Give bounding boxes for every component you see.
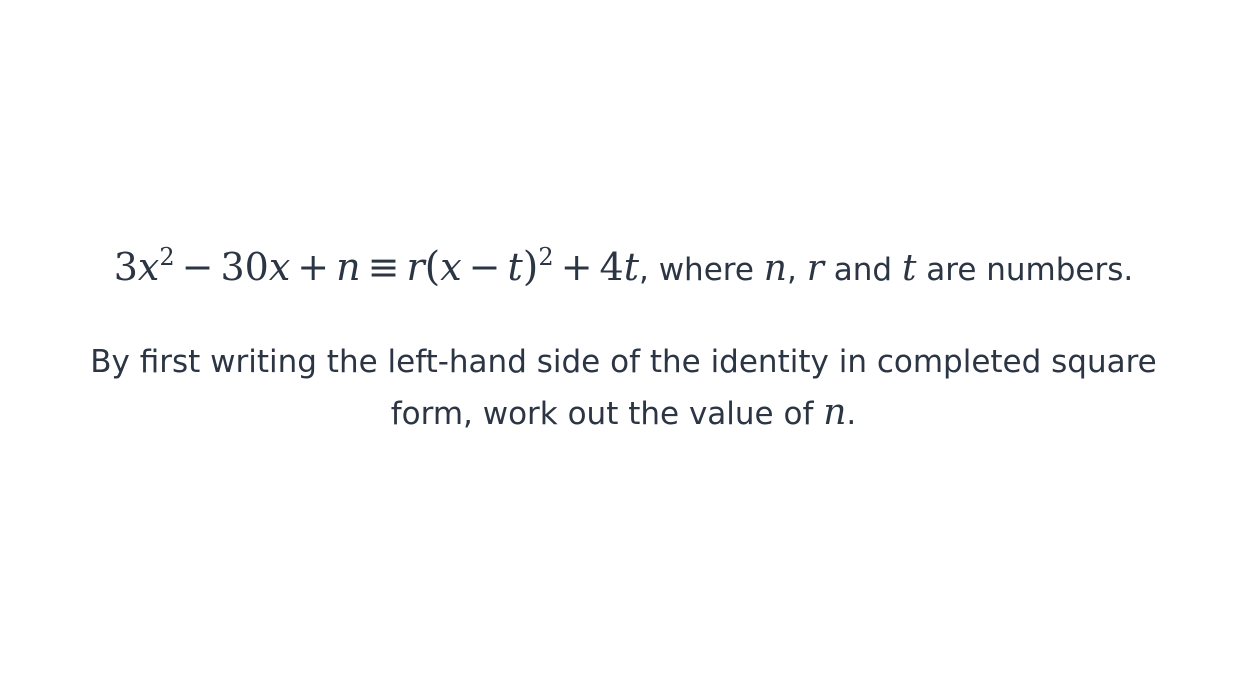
identity-statement: 3x2−30x + n ≡ r(x − t)2 +4t, where n, r and t a… — [0, 244, 1247, 290]
where-text: , where — [639, 252, 764, 288]
var-n: n — [763, 248, 787, 289]
instruction-var-n: n — [823, 392, 847, 433]
var-t: t — [901, 248, 917, 289]
instruction-line-1: By first writing the left-hand side of t… — [90, 344, 1157, 380]
instruction-end: . — [846, 396, 857, 432]
instruction-line-2: form, work out the value of n. — [0, 392, 1247, 433]
var-r: r — [806, 248, 824, 289]
comma-text: , — [786, 252, 807, 288]
instruction-prefix: form, work out the value of — [390, 396, 824, 432]
identity-equation: 3x2−30x + n ≡ r(x − t)2 +4t — [113, 243, 639, 290]
tail-text: are numbers. — [916, 252, 1134, 288]
and-text: and — [823, 252, 902, 288]
question-page: 3x2−30x + n ≡ r(x − t)2 +4t, where n, r and t a… — [0, 0, 1247, 691]
